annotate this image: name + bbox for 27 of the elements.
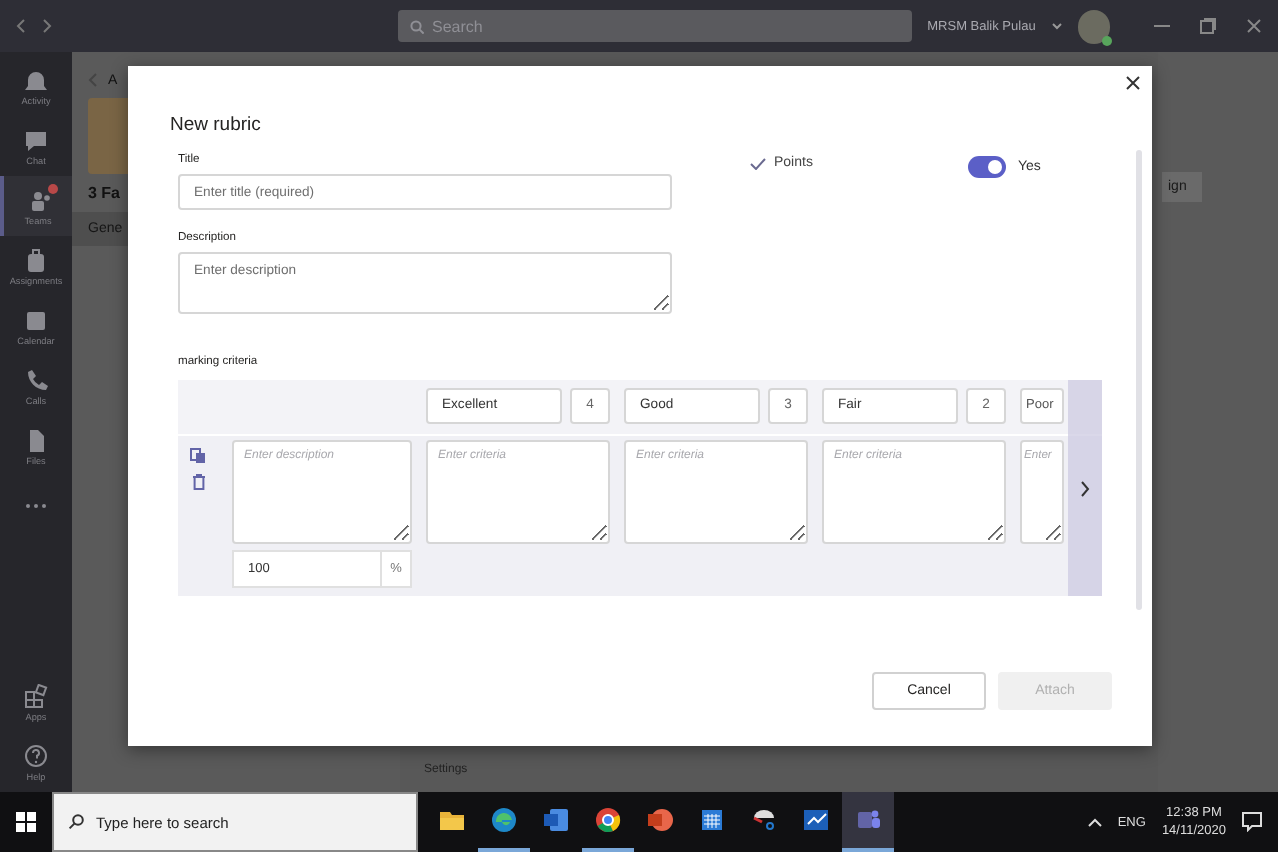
duplicate-icon[interactable]: [190, 448, 206, 464]
snip-icon: [750, 806, 778, 834]
chevron-right-icon: [1080, 479, 1090, 497]
chevron-down-icon[interactable]: [1051, 22, 1062, 30]
close-icon[interactable]: [1126, 76, 1140, 90]
help-icon: [24, 743, 48, 767]
toggle-switch[interactable]: [968, 156, 1006, 178]
apps-icon: [24, 683, 48, 707]
whiteboard-icon: [802, 806, 830, 834]
bag-icon: [24, 247, 48, 271]
search-icon: [68, 814, 84, 830]
trash-icon[interactable]: [191, 474, 205, 490]
dialog-title: New rubric: [170, 114, 263, 136]
caret-up-icon[interactable]: [1087, 817, 1102, 827]
checkmark-icon[interactable]: [750, 157, 766, 169]
folder-icon: [438, 806, 466, 834]
search-icon: [410, 19, 424, 33]
bell-icon: [24, 67, 48, 91]
windows-start-icon[interactable]: [16, 812, 36, 832]
file-icon: [24, 427, 48, 451]
avatar[interactable]: [1077, 9, 1110, 43]
notification-icon[interactable]: [1242, 812, 1262, 832]
chat-icon: [24, 127, 48, 151]
phone-icon: [24, 367, 48, 391]
team-name: 3 Fa: [88, 184, 121, 202]
notification-badge: [48, 184, 58, 194]
maximize-icon[interactable]: [1200, 18, 1216, 34]
